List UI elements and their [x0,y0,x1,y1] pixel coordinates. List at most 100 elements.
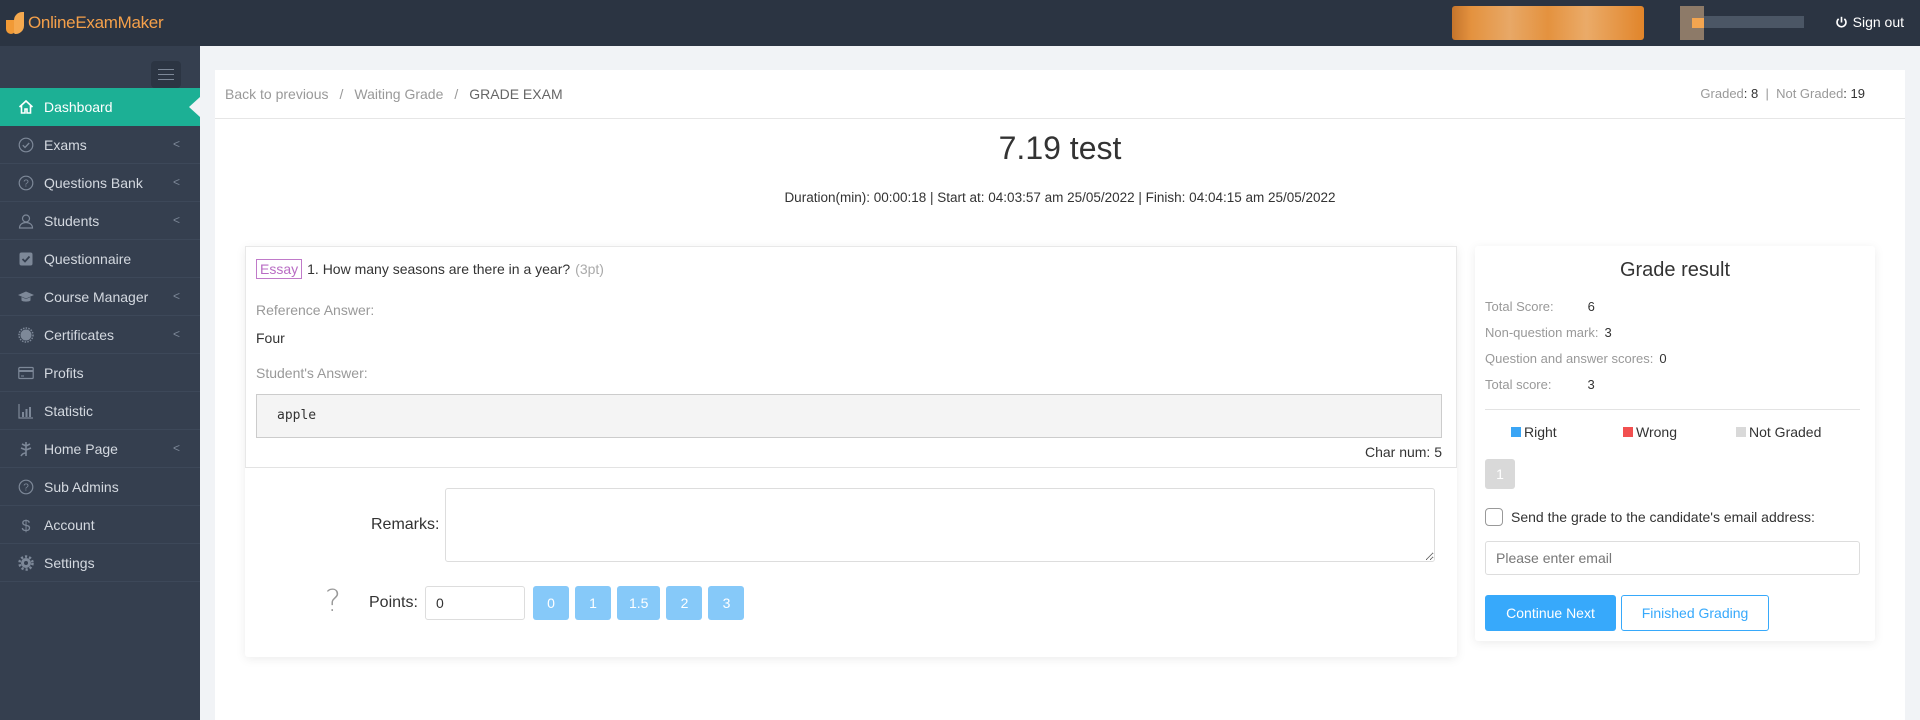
legend: Right Wrong Not Graded [1511,424,1871,440]
score-value: 6 [1587,299,1595,314]
sidebar-item-label: Dashboard [44,99,113,115]
breadcrumb: Back to previous / Waiting Grade / GRADE… [215,70,1905,119]
breadcrumb-waiting-grade[interactable]: Waiting Grade [354,86,443,102]
menu-icon-line [158,74,174,75]
grading-stats: Graded: 8 | Not Graded: 19 [1700,86,1865,101]
continue-next-button[interactable]: Continue Next [1485,595,1616,631]
char-count: Char num: 5 [1364,444,1442,460]
points-button-3[interactable]: 3 [708,586,745,620]
score-label: Question and answer scores: [1485,351,1654,366]
score-label: Non-question mark: [1485,325,1599,340]
score-row-non-question-mark: Non-question mark: 3 [1485,325,1612,340]
sidebar-item-questions-bank[interactable]: ? Questions Bank < [0,164,200,202]
question-nav-button-1[interactable]: 1 [1485,459,1515,489]
question-box: Essay 1. How many seasons are there in a… [245,246,1457,468]
sidebar-item-profits[interactable]: Profits [0,354,200,392]
logo[interactable]: OnlineExamMaker [4,10,164,36]
exam-title: 7.19 test [998,130,1122,166]
legend-swatch-not-graded [1736,427,1746,437]
sidebar-item-questionnaire[interactable]: Questionnaire [0,240,200,278]
points-button-1[interactable]: 1 [575,586,611,620]
legend-swatch-wrong [1623,427,1633,437]
sidebar-item-label: Questions Bank [44,174,143,191]
question-type-tag: Essay [256,259,303,279]
breadcrumb-separator: / [339,86,344,102]
finished-grading-button[interactable]: Finished Grading [1621,595,1769,631]
sidebar-item-label: Home Page [44,440,118,457]
gear-icon [18,554,34,571]
score-label: Total Score: [1485,299,1554,314]
legend-label: Wrong [1636,424,1677,440]
sidebar-item-dashboard[interactable]: Dashboard [0,88,200,126]
credit-card-icon [18,365,34,381]
legend-label: Not Graded [1749,424,1822,440]
leaf-icon [18,441,34,457]
grade-result-panel: Grade result Total Score: 6 Non-question … [1475,246,1875,641]
graduation-cap-icon [18,289,34,305]
points-button-2[interactable]: 2 [666,586,703,620]
question-panel: Essay 1. How many seasons are there in a… [245,246,1457,657]
score-value: 3 [1587,377,1595,392]
checkbox-icon [18,251,34,267]
score-value: 3 [1604,325,1612,340]
bar-chart-icon [18,403,34,419]
sidebar-item-certificates[interactable]: Certificates < [0,316,200,354]
brand-name: OnlineExamMaker [28,13,164,32]
divider [1485,409,1860,410]
svg-text:?: ? [23,482,29,493]
sidebar-item-label: Certificates [44,326,115,343]
score-value: 0 [1659,351,1667,366]
sidebar-item-sub-admins[interactable]: ? Sub Admins [0,468,200,506]
svg-text:$: $ [22,518,31,533]
email-input[interactable] [1485,541,1860,575]
student-answer: apple [256,394,1442,438]
menu-icon-line [158,79,174,80]
score-row-final-total: Total score: 3 [1485,377,1595,392]
breadcrumb-separator: / [454,86,459,102]
chevron-left-icon: < [172,289,180,303]
menu-icon-line [158,69,174,70]
reference-answer-label: Reference Answer: [256,302,375,318]
reference-answer: Four [256,330,285,346]
sidebar-item-course-manager[interactable]: Course Manager < [0,278,200,316]
question-circle-icon: ? [18,175,34,191]
points-input[interactable] [425,586,525,620]
legend-swatch-right [1511,427,1521,437]
send-email-checkbox[interactable] [1485,508,1503,526]
points-button-0[interactable]: 0 [533,586,569,620]
sidebar-item-label: Sub Admins [44,478,119,495]
question-points: (3pt) [575,261,604,277]
help-icon[interactable]: ? [325,584,341,619]
sidebar-toggle-button[interactable] [151,61,181,88]
sidebar-item-exams[interactable]: Exams < [0,126,200,164]
user-icon [18,213,34,229]
sidebar-item-settings[interactable]: Settings [0,544,200,582]
remarks-textarea[interactable] [445,488,1435,562]
exam-meta: Duration(min): 00:00:18 | Start at: 04:0… [784,190,1336,205]
remarks-label: Remarks: [371,516,440,533]
legend-label: Right [1524,424,1557,440]
top-bar: OnlineExamMaker Sign out [0,0,1920,46]
score-row-total-score: Total Score: 6 [1485,299,1595,314]
power-icon [1835,16,1847,27]
sidebar-item-label: Statistic [44,402,94,419]
sign-out-button[interactable]: Sign out [1835,14,1904,30]
breadcrumb-back-to-previous[interactable]: Back to previous [225,86,329,102]
points-button-1-5[interactable]: 1.5 [617,586,661,620]
sidebar-item-label: Course Manager [44,288,149,305]
sidebar-nav: Dashboard Exams < ? Questions Bank < Stu… [0,88,200,582]
home-icon [18,99,34,115]
sidebar: Dashboard Exams < ? Questions Bank < Stu… [0,46,200,720]
sidebar-item-label: Questionnaire [44,250,132,267]
sidebar-item-statistic[interactable]: Statistic [0,392,200,430]
legend-not-graded: Not Graded [1736,424,1821,440]
sidebar-item-label: Account [44,516,95,533]
sidebar-item-students[interactable]: Students < [0,202,200,240]
legend-wrong: Wrong [1623,424,1736,440]
sidebar-item-home-page[interactable]: Home Page < [0,430,200,468]
certificate-icon [18,326,34,343]
sidebar-item-label: Profits [44,364,84,381]
score-row-qa-scores: Question and answer scores: 0 [1485,351,1667,366]
sidebar-item-account[interactable]: $ Account [0,506,200,544]
sign-out-label: Sign out [1852,14,1904,30]
